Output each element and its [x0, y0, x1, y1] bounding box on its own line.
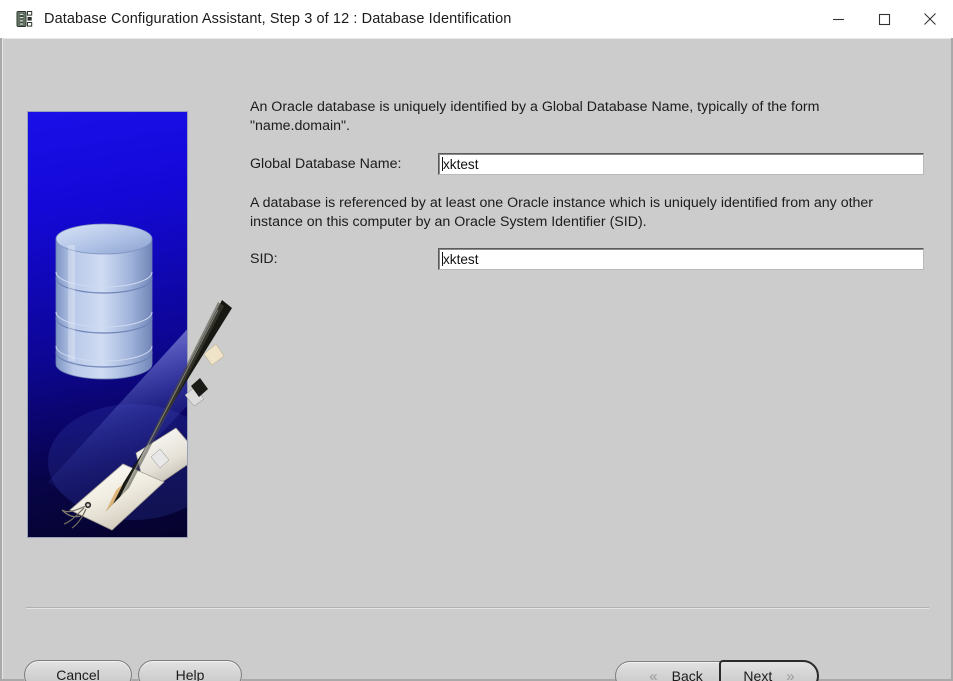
- database-cylinder-and-pen-illustration: [48, 223, 232, 531]
- maximize-icon[interactable]: [861, 1, 907, 38]
- window-body: An Oracle database is uniquely identifie…: [0, 38, 953, 681]
- next-button-label: Next: [743, 668, 773, 681]
- next-button[interactable]: Next »: [719, 660, 819, 681]
- global-database-name-input[interactable]: [438, 153, 924, 175]
- paragraph-sid: A database is referenced by at least one…: [250, 195, 874, 230]
- footer-separator: [26, 607, 929, 609]
- text-caret-global-database-name: [442, 157, 443, 171]
- chevron-left-icon: «: [649, 667, 658, 681]
- cancel-button[interactable]: Cancel: [24, 660, 132, 681]
- chevron-right-icon: »: [786, 667, 795, 681]
- database-assistant-icon: [16, 10, 34, 28]
- navigation-button-group: « Back Next »: [615, 660, 819, 681]
- sidebar-illustration: [28, 112, 232, 537]
- help-button[interactable]: Help: [138, 660, 242, 681]
- text-caret-sid: [442, 252, 443, 266]
- global-database-name-input-wrapper: [438, 153, 924, 175]
- sid-input[interactable]: [438, 248, 924, 270]
- form-area: An Oracle database is uniquely identifie…: [250, 98, 930, 270]
- window-title: Database Configuration Assistant, Step 3…: [44, 11, 512, 27]
- label-global-database-name: Global Database Name:: [250, 156, 402, 172]
- sid-input-wrapper: [438, 248, 924, 270]
- field-row-sid: SID:: [250, 248, 930, 270]
- minimize-icon[interactable]: [815, 1, 861, 38]
- paragraph-global-db-name: An Oracle database is uniquely identifie…: [250, 99, 820, 134]
- footer-button-bar: Cancel Help « Back Next »: [2, 618, 951, 681]
- back-button-label: Back: [671, 668, 703, 681]
- close-icon[interactable]: [907, 1, 953, 38]
- database-configuration-assistant-window: Database Configuration Assistant, Step 3…: [0, 0, 953, 681]
- label-sid: SID:: [250, 251, 278, 267]
- title-bar: Database Configuration Assistant, Step 3…: [0, 0, 953, 39]
- field-row-global-database-name: Global Database Name:: [250, 153, 930, 175]
